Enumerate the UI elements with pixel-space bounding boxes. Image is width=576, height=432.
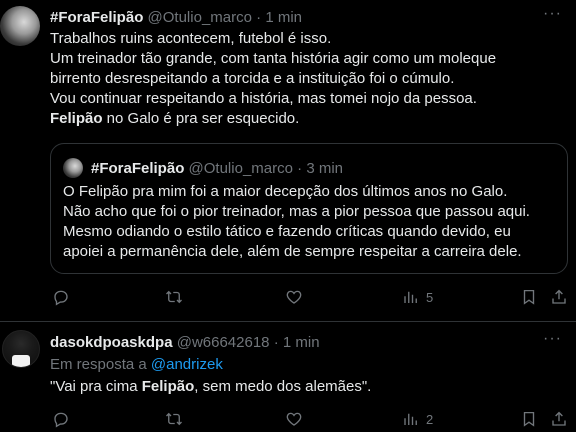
share-button[interactable] (550, 288, 568, 306)
separator-dot: · (256, 9, 262, 26)
quote-text-line: apoiei a permanência dele, além de sempr… (63, 243, 522, 260)
quote-timestamp: 3 min (306, 160, 343, 177)
quote-author-handle: @Otulio_marco (188, 160, 293, 177)
quote-author-name: #ForaFelipão (91, 160, 185, 177)
retweet-icon (166, 290, 182, 304)
quote-text-line: Mesmo odiando o estilo tático e fazendo … (63, 223, 511, 240)
author-handle[interactable]: @w66642618 (177, 334, 270, 351)
separator-dot: · (273, 334, 279, 351)
tweet-text-fragment: no Galo é pra ser esquecido. (102, 110, 300, 127)
tweet[interactable]: #ForaFelipão @Otulio_marco · 1 min ··· T… (0, 0, 576, 322)
tweet-text: Trabalhos ruins acontecem, futebol é iss… (50, 29, 560, 129)
like-button[interactable] (285, 410, 303, 428)
highlighted-word: Felipão (141, 378, 195, 395)
views-button[interactable]: 2 (402, 410, 433, 428)
timestamp[interactable]: 1 min (265, 9, 302, 26)
tweet-text-line: Vou continuar respeitando a história, ma… (50, 90, 477, 107)
bookmark-icon (523, 411, 535, 427)
reply-context: Em resposta a @andrizek (50, 356, 223, 373)
tweet-text-fragment: "Vai pra cima (50, 378, 142, 395)
retweet-icon (166, 412, 182, 426)
views-count: 2 (426, 411, 434, 427)
more-options-icon[interactable]: ··· (543, 330, 562, 348)
quote-text-line: Não acho que foi o pior treinador, mas a… (63, 203, 530, 220)
reply-icon (54, 412, 68, 428)
share-icon (552, 411, 566, 426)
author-name[interactable]: dasokdpoaskdpa (50, 334, 173, 351)
timestamp[interactable]: 1 min (283, 334, 320, 351)
avatar[interactable] (2, 330, 40, 368)
quote-avatar (63, 158, 83, 178)
reply-button[interactable] (52, 288, 70, 306)
highlighted-word: Felipão (50, 110, 103, 127)
heart-icon (286, 412, 302, 426)
reply-button[interactable] (52, 410, 70, 428)
quote-header: #ForaFelipão @Otulio_marco · 3 min (91, 160, 343, 177)
views-icon (404, 291, 417, 303)
action-bar: 2 (50, 410, 566, 430)
action-bar: 5 (50, 288, 566, 308)
mention-link[interactable]: @andrizek (151, 356, 223, 373)
author-handle[interactable]: @Otulio_marco (148, 9, 252, 26)
bookmark-button[interactable] (520, 410, 538, 428)
separator-dot: · (297, 160, 303, 177)
bookmark-button[interactable] (520, 288, 538, 306)
views-button[interactable]: 5 (402, 288, 433, 306)
share-icon (552, 289, 566, 304)
more-options-icon[interactable]: ··· (543, 5, 562, 23)
quote-text: O Felipão pra mim foi a maior decepção d… (63, 182, 530, 262)
reply-icon (54, 290, 68, 306)
tweet-text-fragment: , sem medo dos alemães". (194, 378, 372, 395)
tweet-text-line: Trabalhos ruins acontecem, futebol é iss… (50, 30, 332, 47)
retweet-button[interactable] (165, 410, 183, 428)
quoted-tweet[interactable]: #ForaFelipão @Otulio_marco · 3 min O Fel… (50, 143, 568, 274)
author-name[interactable]: #ForaFelipão (50, 9, 143, 26)
quote-text-line: O Felipão pra mim foi a maior decepção d… (63, 183, 508, 200)
share-button[interactable] (550, 410, 568, 428)
tweet-text-line: Um treinador tão grande, com tanta histó… (50, 50, 497, 67)
avatar[interactable] (0, 6, 40, 46)
heart-icon (286, 290, 302, 304)
tweet-text: "Vai pra cima Felipão, sem medo dos alem… (50, 377, 371, 397)
tweet-header: dasokdpoaskdpa @w66642618 · 1 min (50, 334, 320, 351)
tweet-header: #ForaFelipão @Otulio_marco · 1 min (50, 9, 302, 26)
tweet-text-line: Felipão no Galo é pra ser esquecido. (50, 109, 560, 129)
retweet-button[interactable] (165, 288, 183, 306)
tweet-text-line: birrento desrespeitando a torcida e a in… (50, 70, 455, 87)
bookmark-icon (523, 289, 535, 305)
views-count: 5 (426, 289, 434, 305)
reply-prefix: Em resposta a (50, 356, 151, 373)
like-button[interactable] (285, 288, 303, 306)
views-icon (404, 413, 417, 425)
